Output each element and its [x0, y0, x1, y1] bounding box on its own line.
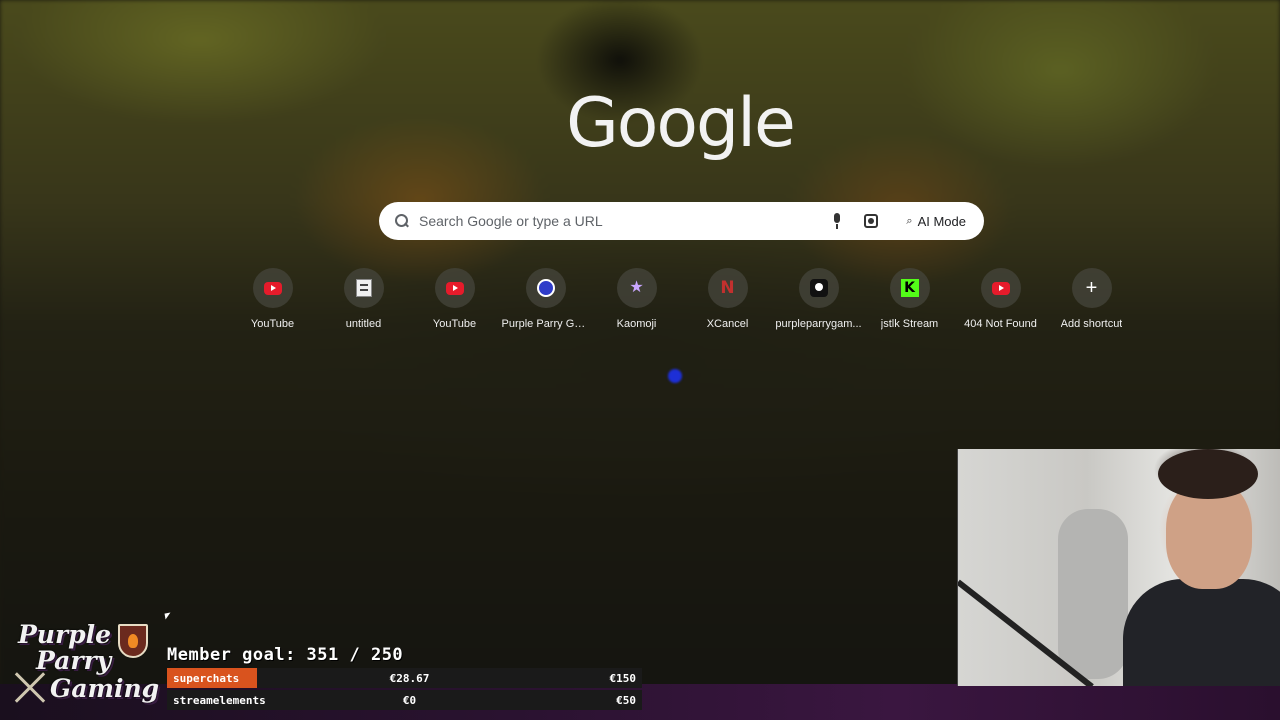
shortcut-tile[interactable]	[343, 268, 384, 308]
purple-parry-icon	[536, 279, 555, 297]
microphone-icon[interactable]	[832, 213, 842, 229]
webcam-feed	[957, 449, 1280, 686]
shortcut-untitled[interactable]: untitled	[318, 268, 409, 340]
webcam-chair	[1058, 509, 1128, 679]
youtube-icon	[263, 281, 282, 295]
shortcut-kaomoji[interactable]: ★ Kaomoji	[591, 268, 682, 340]
shortcut-label: untitled	[345, 318, 382, 330]
ai-search-icon: ⌕	[906, 214, 913, 227]
shortcut-tile[interactable]: ★	[616, 268, 657, 308]
goal-current: €28.67	[389, 671, 430, 685]
member-goal-text: Member goal: 351 / 250	[167, 645, 404, 665]
goal-name: streamelements	[173, 693, 266, 707]
shortcut-tile[interactable]: N	[707, 268, 748, 308]
shortcut-label: XCancel	[706, 318, 749, 330]
shortcut-label: Purple Parry Ga...	[501, 318, 590, 330]
shortcut-label: Kaomoji	[616, 318, 657, 330]
logo-line-1: Purple	[18, 620, 112, 649]
youtube-icon	[991, 281, 1010, 295]
plus-icon: +	[1085, 277, 1098, 299]
google-lens-icon[interactable]	[864, 214, 879, 228]
document-icon	[355, 279, 372, 297]
add-shortcut-button[interactable]: + Add shortcut	[1046, 268, 1137, 340]
shortcut-label: YouTube	[432, 318, 477, 330]
goal-current: €0	[402, 693, 417, 707]
shortcut-tile[interactable]	[798, 268, 839, 308]
search-icon	[395, 214, 409, 228]
patreon-icon	[809, 279, 828, 297]
youtube-icon	[445, 281, 464, 295]
shield-flame-icon	[118, 624, 148, 658]
shortcut-tile[interactable]	[525, 268, 566, 308]
google-logo: Google	[566, 84, 796, 163]
shortcut-xcancel[interactable]: N XCancel	[682, 268, 773, 340]
stream-logo: Purple Parry Gaming	[8, 620, 160, 712]
shortcut-youtube[interactable]: YouTube	[227, 268, 318, 340]
shortcut-tile[interactable]: K	[889, 268, 930, 308]
shortcut-label: jstlk Stream	[880, 318, 939, 330]
shortcut-tile[interactable]	[434, 268, 475, 308]
xcancel-icon: N	[720, 277, 735, 298]
goal-target: €50	[616, 693, 636, 707]
logo-line-3: Gaming	[50, 674, 160, 703]
shortcuts-grid: YouTube untitled YouTube Purple Parry Ga…	[227, 268, 1137, 340]
webcam-hoodie	[1123, 579, 1280, 686]
goal-target: €150	[609, 671, 637, 685]
shortcut-label: 404 Not Found	[964, 318, 1037, 330]
shortcut-404[interactable]: 404 Not Found	[955, 268, 1046, 340]
ai-mode-button[interactable]: ⌕ AI Mode	[896, 207, 976, 235]
kaomoji-icon: ★	[629, 279, 644, 296]
search-box[interactable]: Search Google or type a URL ⌕ AI Mode	[379, 202, 984, 240]
webcam-hair	[1158, 449, 1258, 499]
shortcut-label: YouTube	[250, 318, 295, 330]
shortcut-tile[interactable]	[252, 268, 293, 308]
goal-row-superchats: superchats €28.67 €150	[167, 668, 642, 688]
shortcut-tile[interactable]: +	[1071, 268, 1112, 308]
shortcut-label: purpleparrygam...	[775, 318, 862, 330]
donation-goals: superchats €28.67 €150 streamelements €0…	[167, 668, 642, 712]
shortcut-label: Add shortcut	[1060, 318, 1123, 330]
shortcut-jstlk-stream[interactable]: K jstlk Stream	[864, 268, 955, 340]
shortcut-tile[interactable]	[980, 268, 1021, 308]
goal-name: superchats	[173, 671, 240, 685]
shortcut-patreon[interactable]: purpleparrygam...	[773, 268, 864, 340]
loading-dot	[668, 369, 682, 383]
goal-row-streamelements: streamelements €0 €50	[167, 690, 642, 710]
kick-icon: K	[900, 279, 919, 297]
mouse-cursor-icon	[164, 612, 172, 620]
search-input[interactable]: Search Google or type a URL	[419, 213, 832, 229]
shortcut-youtube-2[interactable]: YouTube	[409, 268, 500, 340]
shortcut-purple-parry[interactable]: Purple Parry Ga...	[500, 268, 591, 340]
logo-line-2: Parry	[36, 646, 112, 675]
ai-mode-label: AI Mode	[917, 213, 966, 229]
